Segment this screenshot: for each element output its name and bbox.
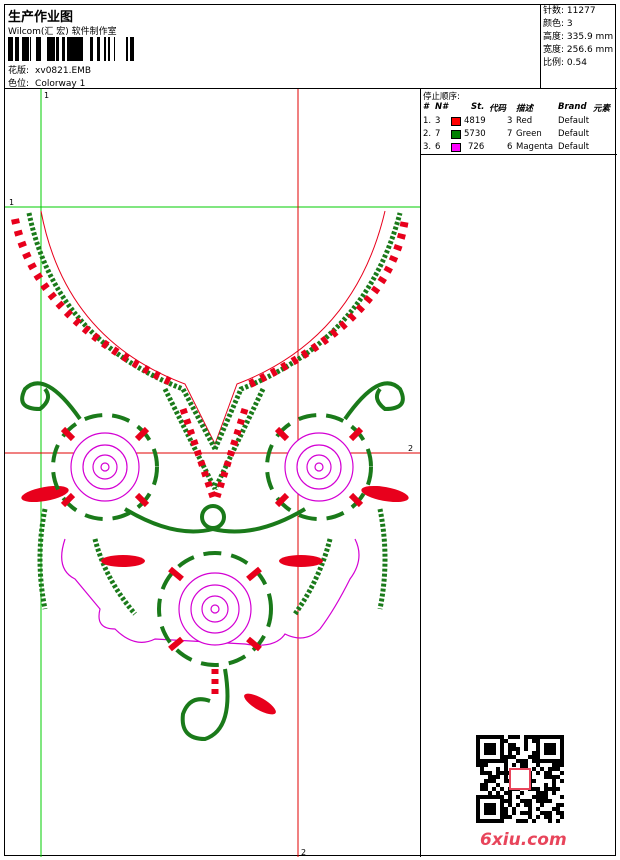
- design-file: 花版: xv0821.EMB: [8, 63, 91, 76]
- left-inner-sprig: [92, 538, 137, 616]
- stop-row: 2. 7 5730 7 Green Default: [423, 129, 590, 139]
- right-sprig: [377, 508, 388, 610]
- design-canvas: 1 1 2 2: [5, 89, 420, 857]
- right-red-bead-chain: [248, 218, 409, 388]
- scale-value: 0.54: [566, 58, 587, 68]
- guide-label-h2: 2: [408, 444, 413, 453]
- stop-sequence-title: 停止顺序:: [423, 92, 460, 102]
- colors-value: 3: [566, 19, 573, 29]
- color-swatch-red: [451, 117, 461, 126]
- lower-right-red-spray: [279, 555, 323, 567]
- height-row: 高度: 335.9 mm: [543, 32, 614, 42]
- embroidery-design: 1 1 2 2: [5, 89, 420, 857]
- guide-label-h1: 1: [9, 198, 14, 207]
- color-swatch-magenta: [451, 143, 461, 152]
- guide-label-v2: 2: [301, 848, 306, 857]
- design-info: 针数: 11277 颜色: 3 高度: 335.9 mm 宽度: 256.6 m…: [543, 5, 615, 70]
- header: 生产作业图 Wilcom(汇 宏) 软件制作室 花版: xv0821.EMB 色位…: [5, 5, 617, 89]
- width-row: 宽度: 256.6 mm: [543, 45, 614, 55]
- production-sheet: 生产作业图 Wilcom(汇 宏) 软件制作室 花版: xv0821.EMB 色位…: [4, 4, 617, 857]
- company-name: Wilcom(汇 宏) 软件制作室: [8, 27, 117, 37]
- width-value: 256.6 mm: [566, 45, 614, 55]
- colorway: 色位: Colorway 1: [8, 76, 85, 89]
- guide-label-v1: 1: [44, 91, 49, 100]
- stop-row: 3. 6 726 6 Magenta Default: [423, 142, 590, 152]
- watermark: 6xiu.com: [480, 830, 567, 850]
- design-label: 花版:: [8, 66, 30, 76]
- stitches-value: 11277: [566, 6, 596, 16]
- colorway-value: Colorway 1: [35, 79, 86, 89]
- center-flower: [157, 551, 273, 667]
- right-chevron-border: [212, 212, 403, 450]
- stop-row: 1. 3 4819 3 Red Default: [423, 116, 590, 126]
- right-swirl: [343, 381, 405, 421]
- qr-code: [476, 735, 564, 823]
- stop-sequence-header: # N# St. 代码 描述 Brand 元素: [423, 102, 611, 114]
- header-left: 生产作业图 Wilcom(汇 宏) 软件制作室 花版: xv0821.EMB 色位…: [5, 5, 541, 89]
- left-swirl: [20, 381, 82, 421]
- lower-left-red-spray: [101, 555, 145, 567]
- colors-row: 颜色: 3: [543, 19, 573, 29]
- stop-sequence: 停止顺序: # N# St. 代码 描述 Brand 元素 1. 3 4819 …: [420, 89, 617, 155]
- barcode: [8, 37, 134, 61]
- right-flower: [265, 413, 373, 521]
- colorway-label: 色位:: [8, 79, 30, 89]
- sheet-title: 生产作业图: [8, 10, 74, 25]
- height-value: 335.9 mm: [566, 32, 614, 42]
- center-knot: [200, 504, 226, 530]
- bottom-red-spray: [244, 693, 276, 715]
- right-red-spray: [361, 485, 409, 503]
- bottom-swirl: [180, 668, 230, 742]
- left-flower: [51, 413, 159, 521]
- scale-row: 比例: 0.54: [543, 58, 587, 68]
- left-chevron-border: [26, 212, 218, 451]
- left-sprig: [37, 508, 48, 610]
- design-value: xv0821.EMB: [35, 66, 92, 76]
- stitches-row: 针数: 11277: [543, 6, 596, 16]
- center-connector: [123, 507, 307, 534]
- right-inner-sprig: [292, 538, 333, 616]
- color-swatch-green: [451, 130, 461, 139]
